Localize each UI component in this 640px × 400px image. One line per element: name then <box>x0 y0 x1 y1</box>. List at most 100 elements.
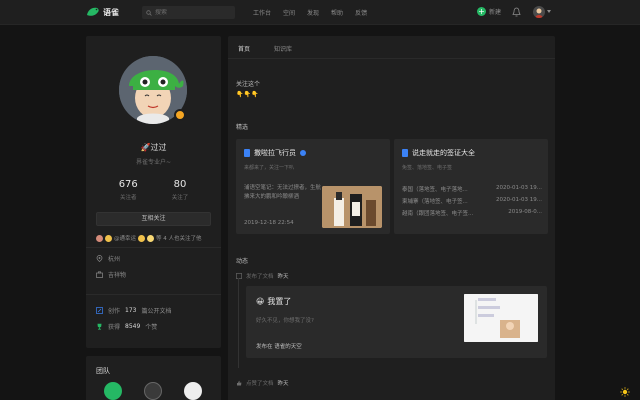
likes-count: 8549 <box>125 323 141 330</box>
mutual-followers[interactable]: @通幸运 等 4 人也关注了他 <box>96 234 202 242</box>
verified-icon <box>300 150 306 156</box>
activity-meta-2: 点赞了文档 昨天 <box>236 379 289 387</box>
search-box[interactable] <box>142 6 235 19</box>
main-panel: 首页 知识库 关注这个 👇👇👇 精选 撒啦拉飞行员 来都来了，关注一下叭 浦语空… <box>228 36 555 400</box>
thumbs-up-icon <box>237 380 242 386</box>
new-button-label: 新建 <box>489 9 502 16</box>
bio-line-1: 关注这个 <box>236 81 261 88</box>
edit-icon <box>96 307 103 314</box>
card-2-header: 说走就走的签证大全 <box>402 148 475 158</box>
card-1-date: 2019-12-18 22:54 <box>244 220 294 226</box>
docs-count-row: 创作 173 篇公开文档 <box>96 306 171 315</box>
location-row: 杭州 <box>96 254 120 263</box>
list-item-title: 越南（跟团落地签、电子签... <box>402 211 474 217</box>
nav-workbench[interactable]: 工作台 <box>253 8 271 17</box>
bell-icon[interactable] <box>512 7 521 17</box>
edit-doc-icon <box>236 273 242 279</box>
featured-card-2[interactable]: 说走就走的签证大全 免签、落地签、电子签 泰国（落地签、电子落地... 2020-… <box>394 139 548 234</box>
doc-footer: 发布在 语雀的天空 <box>256 342 302 350</box>
featured-heading: 精选 <box>236 124 249 131</box>
activity-time: 昨天 <box>277 381 289 387</box>
theme-toggle-sun-icon[interactable] <box>620 387 630 397</box>
timeline-line <box>238 278 239 368</box>
mini-avatar <box>96 234 103 242</box>
user-avatar[interactable] <box>533 6 545 18</box>
tab-knowledge-base[interactable]: 知识库 <box>274 44 292 59</box>
rocket-icon: 🚀 <box>140 143 151 152</box>
nav-discover[interactable]: 发现 <box>307 8 319 17</box>
card-1-excerpt[interactable]: 浦语空笔记：无法过撩者，生航拂来大的鹏和吟酿柳酒 <box>244 184 324 202</box>
location-text: 杭州 <box>108 256 121 263</box>
stat-followers-count: 676 <box>118 179 138 190</box>
list-item[interactable]: 柬埔寨（落地签、电子签... 2020-01-03 19... <box>402 197 542 209</box>
bio-text: 关注这个 👇👇👇 <box>236 80 260 100</box>
search-input[interactable] <box>155 9 225 16</box>
list-item-date: 2020-01-03 19... <box>496 185 542 191</box>
list-item[interactable]: 泰国（落地签、电子落地... 2020-01-03 19... <box>402 185 542 197</box>
docs-count: 173 <box>125 307 137 314</box>
follow-button[interactable]: 互相关注 <box>96 212 211 226</box>
card-1-image <box>322 186 382 228</box>
team-card: 团队 <box>86 356 221 400</box>
book-icon <box>402 149 408 157</box>
team-avatar-flag-icon[interactable] <box>144 382 162 400</box>
likes-suffix: 个赞 <box>145 324 158 331</box>
stat-following-count: 80 <box>173 179 187 190</box>
activity-action: 点赞了文档 <box>246 381 274 387</box>
app-logo[interactable]: 语雀 <box>86 6 119 18</box>
mini-avatar <box>147 234 155 242</box>
nav-space[interactable]: 空间 <box>283 8 295 17</box>
list-item-date: 2019-08-0... <box>508 209 542 215</box>
card-1-header: 撒啦拉飞行员 <box>244 148 306 158</box>
top-bar: 语雀 工作台 空间 发现 帮助 反馈 + 新建 <box>0 0 640 25</box>
mini-avatar <box>138 234 146 242</box>
activity-action: 发布了文档 <box>246 274 274 280</box>
team-title: 团队 <box>96 367 110 375</box>
activity-heading: 动态 <box>236 258 249 265</box>
job-text: 吉祥物 <box>108 272 127 279</box>
trophy-icon <box>97 323 102 330</box>
activity-meta-1: 发布了文档 昨天 <box>236 272 289 280</box>
doc-thumbnail <box>464 294 538 342</box>
nav-feedback[interactable]: 反馈 <box>355 8 367 17</box>
tab-divider <box>228 58 555 59</box>
chevron-down-icon[interactable] <box>547 10 551 13</box>
app-name: 语雀 <box>103 7 119 17</box>
doc-space-link[interactable]: 语雀的天空 <box>274 344 302 350</box>
card-1-subtitle: 来都来了，关注一下叭 <box>244 165 295 171</box>
nav-help[interactable]: 帮助 <box>331 8 343 17</box>
bio-line-2: 👇👇👇 <box>236 91 259 98</box>
new-button[interactable]: + 新建 <box>477 7 501 16</box>
card-2-doc-list: 泰国（落地签、电子落地... 2020-01-03 19... 柬埔寨（落地签、电… <box>402 185 542 221</box>
card-2-subtitle: 免签、落地签、电子签 <box>402 165 453 171</box>
book-icon <box>244 149 250 157</box>
likes-prefix: 获得 <box>108 324 121 331</box>
list-item-title: 泰国（落地签、电子落地... <box>402 187 468 193</box>
stat-followers[interactable]: 676 关注者 <box>119 179 138 201</box>
list-item-date: 2020-01-03 19... <box>496 197 542 203</box>
mutual-text: 等 4 人也关注了他 <box>156 236 202 242</box>
profile-card: 🚀过过 界雀专业户~ 676 关注者 80 关注了 互相关注 @通幸运 等 4 … <box>86 36 221 348</box>
tab-bar: 首页 知识库 <box>238 44 292 59</box>
briefcase-icon <box>96 271 103 278</box>
featured-card-1[interactable]: 撒啦拉飞行员 来都来了，关注一下叭 浦语空笔记：无法过撩者，生航拂来大的鹏和吟酿… <box>236 139 390 234</box>
list-item[interactable]: 越南（跟团落地签、电子签... 2019-08-0... <box>402 209 542 221</box>
team-avatar-penguin-icon[interactable] <box>184 382 202 400</box>
mutual-name: @通幸运 <box>114 236 137 242</box>
stat-followers-label: 关注者 <box>119 195 137 201</box>
activity-doc-card[interactable]: 😀 我置了 好久不见，你想我了没? 发布在 语雀的天空 <box>246 286 547 358</box>
stat-following[interactable]: 80 关注了 <box>172 179 189 201</box>
team-avatar-bird-icon[interactable] <box>104 382 122 400</box>
card-2-title[interactable]: 说走就走的签证大全 <box>412 148 475 158</box>
card-1-title[interactable]: 撒啦拉飞行员 <box>254 148 296 158</box>
docs-prefix: 创作 <box>108 308 121 315</box>
doc-title[interactable]: 我置了 <box>267 296 291 307</box>
badge-icon <box>174 109 186 121</box>
doc-title-row: 😀 我置了 <box>256 296 291 307</box>
likes-count-row: 获得 8549 个赞 <box>96 322 157 331</box>
doc-excerpt: 好久不见，你想我了没? <box>256 318 314 324</box>
profile-name: 🚀过过 <box>86 142 221 153</box>
tab-home[interactable]: 首页 <box>238 44 251 59</box>
mindmap-thumbnail-icon <box>464 294 538 342</box>
list-item-title: 柬埔寨（落地签、电子签... <box>402 199 468 205</box>
